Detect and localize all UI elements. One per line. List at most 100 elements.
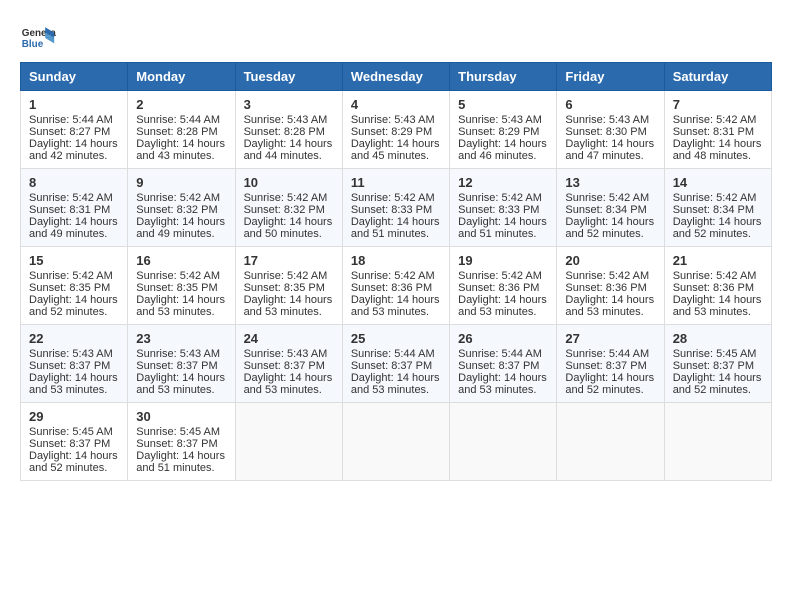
- day-info-line: Sunset: 8:31 PM: [29, 204, 119, 216]
- day-info-line: Sunrise: 5:42 AM: [565, 192, 655, 204]
- day-info-line: and 43 minutes.: [136, 150, 226, 162]
- day-info-line: Sunset: 8:37 PM: [29, 438, 119, 450]
- day-info-line: and 52 minutes.: [565, 384, 655, 396]
- calendar-cell: 11Sunrise: 5:42 AMSunset: 8:33 PMDayligh…: [342, 169, 449, 247]
- day-info-line: Sunrise: 5:45 AM: [673, 348, 763, 360]
- day-info-line: Sunset: 8:29 PM: [458, 126, 548, 138]
- day-info-line: and 52 minutes.: [673, 228, 763, 240]
- day-info-line: Sunset: 8:33 PM: [458, 204, 548, 216]
- day-number: 3: [244, 97, 334, 112]
- day-info-line: Daylight: 14 hours: [244, 372, 334, 384]
- day-info-line: Sunset: 8:28 PM: [244, 126, 334, 138]
- day-info-line: Sunrise: 5:42 AM: [29, 192, 119, 204]
- day-number: 29: [29, 409, 119, 424]
- day-info-line: Sunset: 8:37 PM: [351, 360, 441, 372]
- day-number: 16: [136, 253, 226, 268]
- day-info-line: Daylight: 14 hours: [351, 138, 441, 150]
- day-info-line: and 52 minutes.: [673, 384, 763, 396]
- day-info-line: Sunset: 8:32 PM: [136, 204, 226, 216]
- day-info-line: Sunset: 8:32 PM: [244, 204, 334, 216]
- day-info-line: Sunrise: 5:44 AM: [29, 114, 119, 126]
- day-info-line: and 48 minutes.: [673, 150, 763, 162]
- svg-text:Blue: Blue: [22, 39, 44, 50]
- day-info-line: and 51 minutes.: [458, 228, 548, 240]
- day-info-line: Daylight: 14 hours: [136, 138, 226, 150]
- day-info-line: and 45 minutes.: [351, 150, 441, 162]
- day-info-line: Sunrise: 5:44 AM: [458, 348, 548, 360]
- day-info-line: Daylight: 14 hours: [673, 372, 763, 384]
- day-info-line: Daylight: 14 hours: [673, 294, 763, 306]
- day-number: 30: [136, 409, 226, 424]
- day-header-tuesday: Tuesday: [235, 63, 342, 91]
- day-info-line: Sunset: 8:30 PM: [565, 126, 655, 138]
- day-info-line: Sunset: 8:35 PM: [136, 282, 226, 294]
- day-info-line: and 53 minutes.: [458, 306, 548, 318]
- day-info-line: Sunrise: 5:43 AM: [244, 114, 334, 126]
- day-number: 7: [673, 97, 763, 112]
- day-info-line: Sunset: 8:36 PM: [458, 282, 548, 294]
- day-info-line: Sunset: 8:37 PM: [565, 360, 655, 372]
- day-info-line: and 50 minutes.: [244, 228, 334, 240]
- calendar-cell: [557, 403, 664, 481]
- day-info-line: Sunrise: 5:43 AM: [351, 114, 441, 126]
- day-info-line: Sunrise: 5:42 AM: [673, 270, 763, 282]
- calendar-cell: 10Sunrise: 5:42 AMSunset: 8:32 PMDayligh…: [235, 169, 342, 247]
- day-info-line: Daylight: 14 hours: [136, 450, 226, 462]
- calendar-cell: 12Sunrise: 5:42 AMSunset: 8:33 PMDayligh…: [450, 169, 557, 247]
- day-header-monday: Monday: [128, 63, 235, 91]
- day-info-line: Sunset: 8:34 PM: [565, 204, 655, 216]
- calendar-cell: [664, 403, 771, 481]
- day-info-line: Sunrise: 5:44 AM: [565, 348, 655, 360]
- day-info-line: Sunrise: 5:42 AM: [458, 192, 548, 204]
- day-info-line: Sunset: 8:37 PM: [673, 360, 763, 372]
- day-info-line: Sunset: 8:37 PM: [29, 360, 119, 372]
- day-header-friday: Friday: [557, 63, 664, 91]
- calendar-cell: 2Sunrise: 5:44 AMSunset: 8:28 PMDaylight…: [128, 91, 235, 169]
- day-info-line: Sunrise: 5:42 AM: [29, 270, 119, 282]
- day-info-line: Sunrise: 5:42 AM: [136, 192, 226, 204]
- day-info-line: Sunrise: 5:42 AM: [244, 270, 334, 282]
- day-info-line: and 42 minutes.: [29, 150, 119, 162]
- calendar-cell: 21Sunrise: 5:42 AMSunset: 8:36 PMDayligh…: [664, 247, 771, 325]
- calendar-cell: 18Sunrise: 5:42 AMSunset: 8:36 PMDayligh…: [342, 247, 449, 325]
- day-info-line: Daylight: 14 hours: [565, 294, 655, 306]
- day-number: 28: [673, 331, 763, 346]
- day-info-line: and 53 minutes.: [29, 384, 119, 396]
- day-info-line: Daylight: 14 hours: [136, 216, 226, 228]
- day-info-line: Sunrise: 5:42 AM: [458, 270, 548, 282]
- day-info-line: Daylight: 14 hours: [29, 450, 119, 462]
- day-info-line: Sunrise: 5:42 AM: [565, 270, 655, 282]
- day-info-line: Daylight: 14 hours: [244, 294, 334, 306]
- day-info-line: Sunset: 8:29 PM: [351, 126, 441, 138]
- day-info-line: Sunrise: 5:44 AM: [351, 348, 441, 360]
- calendar-cell: 30Sunrise: 5:45 AMSunset: 8:37 PMDayligh…: [128, 403, 235, 481]
- day-number: 13: [565, 175, 655, 190]
- day-info-line: Daylight: 14 hours: [458, 294, 548, 306]
- calendar-cell: 22Sunrise: 5:43 AMSunset: 8:37 PMDayligh…: [21, 325, 128, 403]
- day-info-line: and 53 minutes.: [136, 306, 226, 318]
- day-header-sunday: Sunday: [21, 63, 128, 91]
- day-info-line: and 53 minutes.: [458, 384, 548, 396]
- page-header: General Blue: [20, 20, 772, 56]
- calendar-cell: 29Sunrise: 5:45 AMSunset: 8:37 PMDayligh…: [21, 403, 128, 481]
- day-number: 2: [136, 97, 226, 112]
- day-info-line: and 44 minutes.: [244, 150, 334, 162]
- calendar-cell: 14Sunrise: 5:42 AMSunset: 8:34 PMDayligh…: [664, 169, 771, 247]
- day-info-line: Daylight: 14 hours: [565, 216, 655, 228]
- day-info-line: Sunrise: 5:44 AM: [136, 114, 226, 126]
- calendar-cell: 1Sunrise: 5:44 AMSunset: 8:27 PMDaylight…: [21, 91, 128, 169]
- day-info-line: Sunset: 8:34 PM: [673, 204, 763, 216]
- day-info-line: Sunrise: 5:43 AM: [244, 348, 334, 360]
- calendar-week-1: 1Sunrise: 5:44 AMSunset: 8:27 PMDaylight…: [21, 91, 772, 169]
- calendar-cell: 24Sunrise: 5:43 AMSunset: 8:37 PMDayligh…: [235, 325, 342, 403]
- calendar-cell: 5Sunrise: 5:43 AMSunset: 8:29 PMDaylight…: [450, 91, 557, 169]
- day-info-line: Daylight: 14 hours: [458, 216, 548, 228]
- day-number: 20: [565, 253, 655, 268]
- day-info-line: and 47 minutes.: [565, 150, 655, 162]
- calendar-cell: 7Sunrise: 5:42 AMSunset: 8:31 PMDaylight…: [664, 91, 771, 169]
- day-header-thursday: Thursday: [450, 63, 557, 91]
- day-info-line: and 51 minutes.: [136, 462, 226, 474]
- day-number: 6: [565, 97, 655, 112]
- calendar-header: SundayMondayTuesdayWednesdayThursdayFrid…: [21, 63, 772, 91]
- day-number: 25: [351, 331, 441, 346]
